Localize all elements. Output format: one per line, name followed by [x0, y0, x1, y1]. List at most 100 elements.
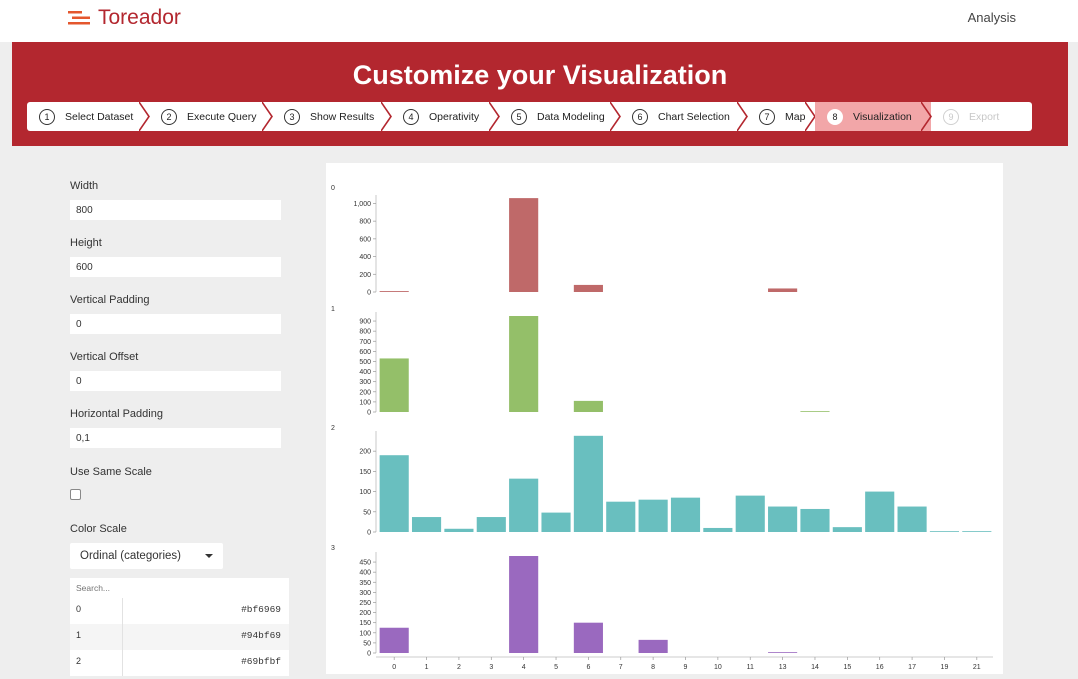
bar — [768, 288, 798, 292]
color-row[interactable]: 2 #69bfbf — [70, 650, 289, 676]
nav-analysis-link[interactable]: Analysis — [968, 10, 1016, 25]
brand-name: Toreador — [98, 6, 181, 29]
color-search-input[interactable] — [70, 578, 289, 598]
color-row[interactable]: 0 #bf6969 — [70, 598, 289, 624]
y-tick-label: 100 — [359, 630, 371, 637]
y-tick-label: 600 — [359, 236, 371, 243]
x-tick-label: 2 — [457, 664, 461, 671]
y-tick-label: 700 — [359, 339, 371, 346]
y-tick-label: 800 — [359, 219, 371, 226]
step-label: Execute Query — [187, 110, 257, 123]
bar — [638, 639, 668, 653]
x-tick-label: 15 — [843, 664, 851, 671]
x-tick-label: 16 — [876, 664, 884, 671]
y-tick-label: 600 — [359, 349, 371, 356]
color-value: #bf6969 — [241, 604, 281, 615]
color-scale-value: Ordinal (categories) — [80, 550, 181, 562]
x-tick-label: 4 — [522, 664, 526, 671]
wizard-steps: 1 Select Dataset 2 Execute Query 3 Show Resul… — [27, 102, 1032, 131]
y-tick-label: 400 — [359, 570, 371, 577]
y-tick-label: 900 — [359, 319, 371, 326]
bar — [509, 556, 539, 653]
step-number: 8 — [827, 108, 843, 125]
height-input[interactable] — [70, 257, 281, 277]
vertical-padding-label: Vertical Padding — [70, 294, 150, 306]
bar — [897, 506, 927, 532]
y-tick-label: 350 — [359, 580, 371, 587]
same-scale-label: Use Same Scale — [70, 466, 152, 478]
step-number: 6 — [632, 108, 648, 125]
step-number: 3 — [284, 108, 300, 125]
y-tick-label: 50 — [363, 640, 371, 647]
y-tick-label: 400 — [359, 254, 371, 261]
bar — [379, 627, 409, 653]
step-label: Export — [969, 110, 1000, 123]
step-label: Data Modeling — [537, 110, 605, 123]
wizard-step[interactable]: 6 Chart Selection — [620, 102, 747, 131]
y-tick-label: 0 — [367, 651, 371, 658]
panel-label: 0 — [331, 185, 335, 192]
same-scale-checkbox[interactable] — [70, 489, 81, 500]
x-tick-label: 21 — [973, 664, 981, 671]
bar — [509, 198, 539, 292]
wizard-step[interactable]: 8 Visualization — [815, 102, 931, 131]
bar — [541, 512, 571, 532]
bar — [509, 478, 539, 532]
step-number: 7 — [759, 108, 775, 125]
bar — [800, 508, 830, 532]
y-tick-label: 1,000 — [353, 201, 371, 208]
x-tick-label: 11 — [747, 664, 754, 671]
wizard-step[interactable]: 1 Select Dataset — [27, 102, 149, 131]
step-number: 9 — [943, 108, 959, 125]
wizard-banner: Customize your Visualization 1 Select Dat… — [12, 42, 1068, 146]
bar — [865, 491, 895, 532]
x-tick-label: 9 — [684, 664, 688, 671]
color-value: #94bf69 — [241, 630, 281, 641]
bar — [832, 527, 862, 532]
panel-label: 1 — [331, 306, 335, 313]
x-tick-label: 0 — [392, 664, 396, 671]
width-label: Width — [70, 180, 99, 192]
y-tick-label: 50 — [363, 509, 371, 516]
wizard-step[interactable]: 4 Operativity — [391, 102, 499, 131]
width-input[interactable] — [70, 200, 281, 220]
wizard-step[interactable]: 5 Data Modeling — [499, 102, 620, 131]
bar — [800, 411, 830, 412]
x-tick-label: 6 — [586, 664, 590, 671]
bar — [379, 455, 409, 532]
x-tick-label: 8 — [651, 664, 655, 671]
x-tick-label: 10 — [714, 664, 722, 671]
color-key: 0 — [76, 604, 82, 614]
brand[interactable]: Toreador — [68, 6, 181, 30]
step-label: Operativity — [429, 110, 480, 123]
vertical-padding-input[interactable] — [70, 314, 281, 334]
color-row[interactable]: 1 #94bf69 — [70, 624, 289, 650]
color-key: 1 — [76, 630, 82, 640]
bar — [606, 501, 636, 532]
logo-icon — [68, 11, 90, 25]
height-label: Height — [70, 237, 102, 249]
y-tick-label: 800 — [359, 329, 371, 336]
y-tick-label: 0 — [367, 530, 371, 537]
color-scale-label: Color Scale — [70, 523, 127, 535]
wizard-step[interactable]: 2 Execute Query — [149, 102, 272, 131]
color-scale-select[interactable]: Ordinal (categories) — [70, 543, 223, 569]
small-multiples-bar-chart: 002004006008001,000101002003004005006007… — [331, 185, 993, 671]
x-tick-label: 17 — [908, 664, 916, 671]
page-title: Customize your Visualization — [352, 60, 728, 90]
step-number: 2 — [161, 108, 177, 125]
wizard-step[interactable]: 3 Show Results — [272, 102, 391, 131]
color-key: 2 — [76, 656, 82, 666]
caret-down-icon — [205, 554, 213, 558]
step-label: Show Results — [310, 110, 375, 123]
divider — [122, 650, 123, 676]
x-tick-label: 7 — [619, 664, 623, 671]
wizard-step[interactable]: 9 Export — [931, 102, 1032, 131]
y-tick-label: 100 — [359, 399, 371, 406]
vertical-offset-input[interactable] — [70, 371, 281, 391]
y-tick-label: 300 — [359, 379, 371, 386]
top-navbar: Toreador Analysis — [0, 0, 1078, 42]
x-tick-label: 3 — [489, 664, 493, 671]
horizontal-padding-input[interactable] — [70, 428, 281, 448]
divider — [122, 598, 123, 624]
